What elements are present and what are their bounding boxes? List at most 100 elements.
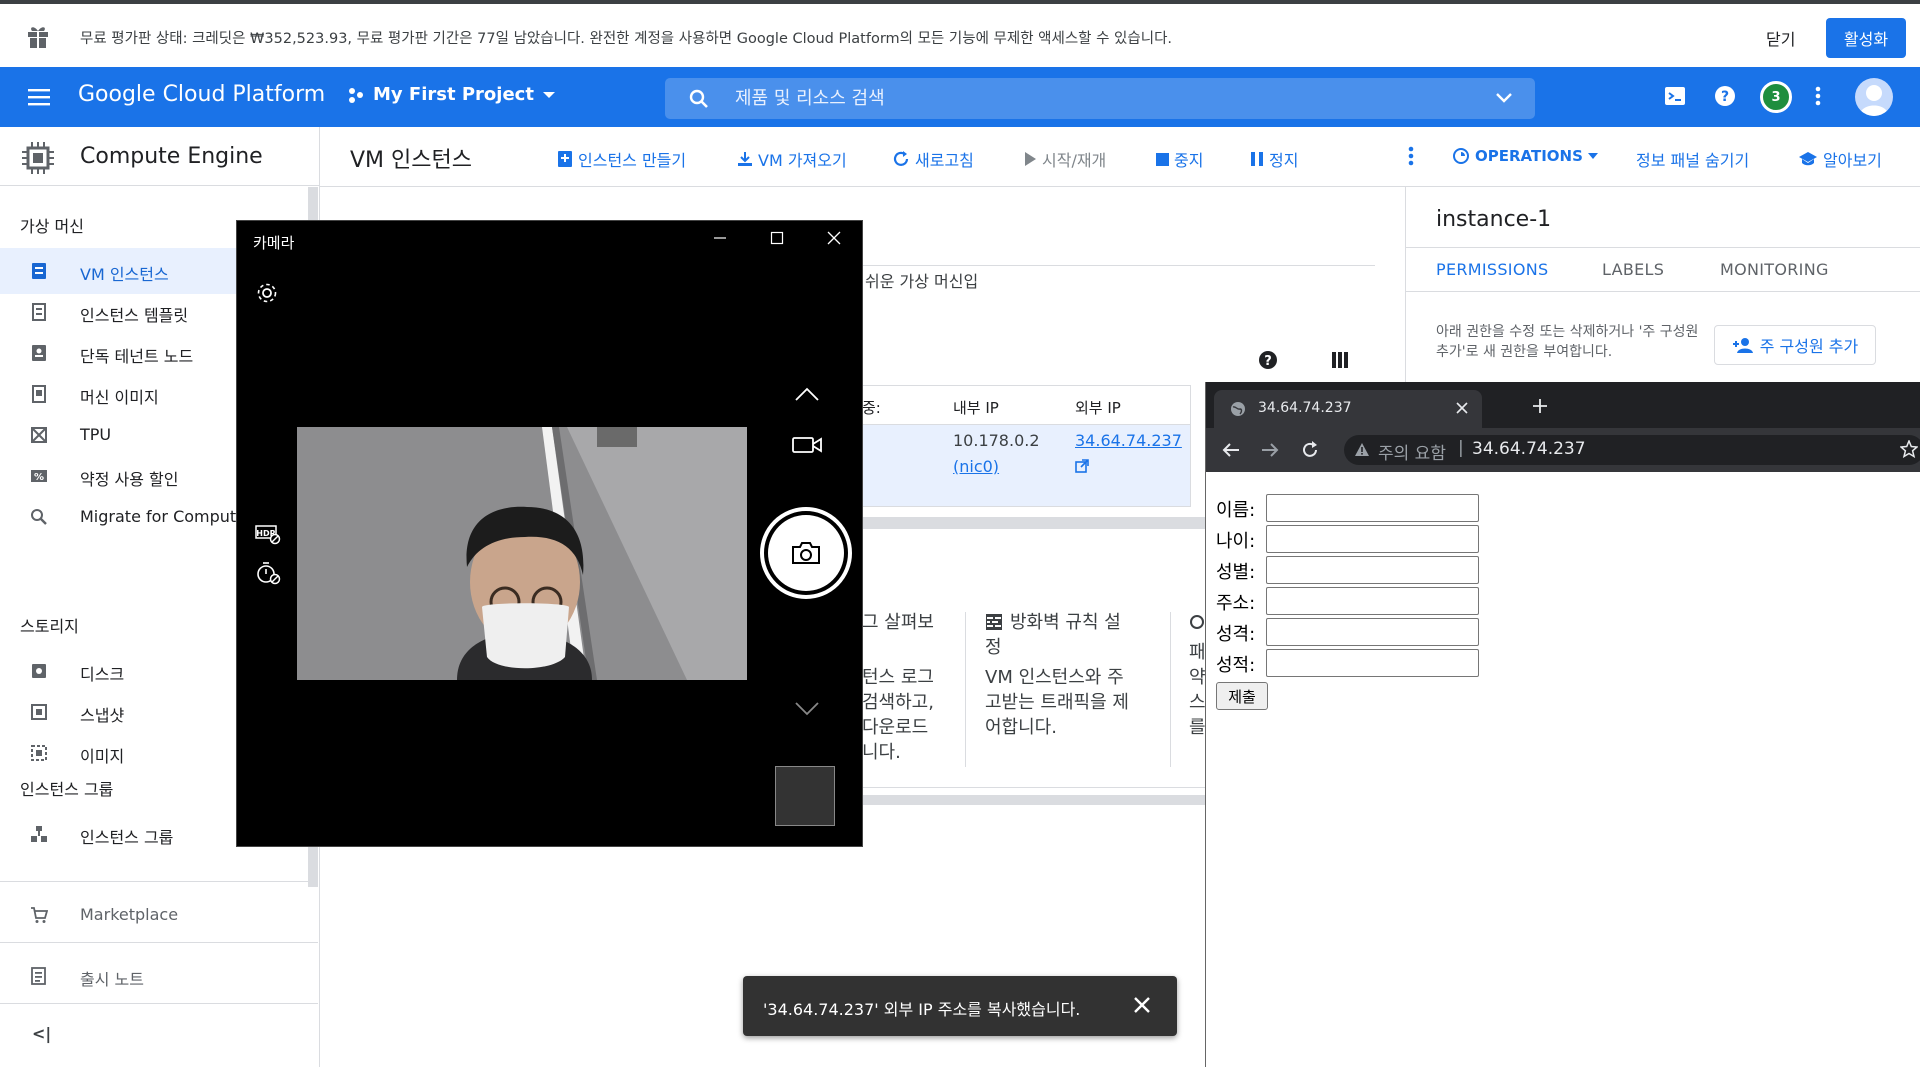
- back-arrow-icon[interactable]: [1222, 442, 1240, 458]
- sidebar-item-label: TPU: [80, 425, 112, 444]
- table-help-icon[interactable]: ?: [1258, 350, 1278, 370]
- sidebar-divider: [0, 881, 318, 882]
- reload-icon[interactable]: [1300, 440, 1320, 460]
- project-icon: [349, 87, 363, 103]
- close-snackbar-icon[interactable]: [1133, 996, 1151, 1014]
- tab-monitoring[interactable]: MONITORING: [1720, 260, 1829, 279]
- browser-tab[interactable]: 34.64.74.237: [1214, 390, 1482, 428]
- hide-info-panel-button[interactable]: 정보 패널 숨기기: [1636, 147, 1749, 171]
- learn-label: 알아보기: [1823, 151, 1882, 170]
- product-header: Compute Engine: [0, 127, 320, 186]
- age-label: 나이:: [1216, 531, 1256, 552]
- search-bar[interactable]: [665, 78, 1535, 119]
- name-field[interactable]: [1266, 494, 1479, 522]
- tab-permissions[interactable]: PERMISSIONS: [1436, 260, 1548, 279]
- warning-icon[interactable]: [1354, 442, 1370, 457]
- close-tab-icon[interactable]: [1456, 402, 1468, 414]
- sidebar-item-marketplace[interactable]: Marketplace: [0, 892, 318, 938]
- svg-text:?: ?: [1721, 89, 1729, 105]
- settings-gear-icon[interactable]: [255, 281, 279, 305]
- brand-title[interactable]: Google Cloud Platform: [78, 82, 325, 107]
- video-mode-icon[interactable]: [792, 435, 822, 455]
- template-icon: [32, 303, 46, 321]
- notifications-badge[interactable]: 3: [1760, 81, 1792, 113]
- stop-label: 중지: [1174, 151, 1204, 170]
- open-in-new-icon[interactable]: [1075, 459, 1089, 473]
- firewall-card-title[interactable]: 방화벽 규칙 설: [1010, 610, 1121, 635]
- logs-card-title[interactable]: 그 살펴보: [862, 610, 934, 635]
- gender-label: 성별:: [1216, 562, 1256, 583]
- column-header: 외부 IP: [1075, 399, 1121, 417]
- menu-icon[interactable]: [28, 87, 52, 107]
- pause-icon: [1251, 152, 1263, 166]
- forward-arrow-icon[interactable]: [1261, 442, 1279, 458]
- learn-button[interactable]: 알아보기: [1798, 147, 1882, 171]
- personality-field[interactable]: [1266, 618, 1479, 646]
- shutter-button[interactable]: [760, 507, 852, 599]
- close-trial-button[interactable]: 닫기: [1766, 26, 1795, 50]
- logs-card-line: 다운로드: [862, 717, 929, 738]
- operations-button[interactable]: OPERATIONS: [1452, 147, 1598, 165]
- address-bar[interactable]: 주의 요함 | 34.64.74.237: [1344, 435, 1920, 465]
- collapse-sidebar-button[interactable]: <|: [32, 1024, 51, 1043]
- suspend-button[interactable]: 정지: [1250, 147, 1298, 171]
- stop-button[interactable]: 중지: [1156, 147, 1203, 171]
- form-row-name: 이름:: [1216, 494, 1516, 522]
- submit-button[interactable]: 제출: [1216, 682, 1268, 710]
- chevron-up-icon[interactable]: [794, 386, 820, 402]
- security-warning-label: 주의 요함: [1378, 444, 1446, 464]
- form-row-grade: 성적:: [1216, 649, 1516, 677]
- node-icon: [32, 345, 46, 361]
- bookmark-star-icon[interactable]: [1900, 440, 1918, 458]
- create-instance-button[interactable]: 인스턴스 만들기: [557, 147, 686, 171]
- camera-preview: [297, 427, 747, 680]
- external-ip-link[interactable]: 34.64.74.237: [1075, 431, 1182, 450]
- close-icon[interactable]: [827, 231, 841, 245]
- firewall-card-line: 고받는 트래픽을 제: [985, 692, 1129, 713]
- gender-field[interactable]: [1266, 556, 1479, 584]
- import-vm-label: VM 가져오기: [758, 151, 847, 170]
- chevron-down-icon[interactable]: [794, 701, 820, 717]
- refresh-icon: [893, 151, 909, 166]
- more-vert-icon[interactable]: [1815, 85, 1821, 107]
- add-member-label: 주 구성원 추가: [1759, 337, 1859, 356]
- nic-link[interactable]: (nic0): [953, 457, 999, 476]
- age-field[interactable]: [1266, 525, 1479, 553]
- add-member-button[interactable]: 주 구성원 추가: [1714, 325, 1876, 365]
- help-icon[interactable]: ?: [1714, 85, 1736, 107]
- third-card-char: 패: [1189, 642, 1206, 663]
- activate-button[interactable]: 활성화: [1826, 18, 1906, 58]
- grade-field[interactable]: [1266, 649, 1479, 677]
- address-field[interactable]: [1266, 587, 1479, 615]
- form-row-age: 나이:: [1216, 525, 1516, 553]
- project-name: My First Project: [373, 84, 534, 105]
- sidebar-item-label: 이미지: [80, 747, 125, 766]
- refresh-button[interactable]: 새로고침: [892, 147, 974, 171]
- last-capture-thumbnail[interactable]: [775, 766, 835, 826]
- camera-title: 카메라: [253, 234, 295, 252]
- sidebar-item-release-notes[interactable]: 출시 노트: [0, 953, 318, 999]
- instance-name: instance-1: [1436, 207, 1552, 232]
- column-display-icon[interactable]: [1332, 352, 1348, 368]
- timer-icon[interactable]: [255, 561, 281, 585]
- info-panel: instance-1 PERMISSIONS LABELS MONITORING…: [1405, 187, 1920, 387]
- minimize-icon[interactable]: [713, 231, 727, 245]
- cloud-shell-icon[interactable]: [1664, 85, 1686, 107]
- group-icon: [31, 826, 47, 842]
- table-edge: [1190, 385, 1191, 507]
- project-selector[interactable]: My First Project: [347, 84, 556, 105]
- hdr-icon[interactable]: HDR: [255, 523, 281, 545]
- search-input[interactable]: [735, 78, 1435, 119]
- more-actions-icon[interactable]: [1408, 145, 1414, 167]
- import-vm-button[interactable]: VM 가져오기: [737, 147, 847, 171]
- browser-tab-title: 34.64.74.237: [1258, 400, 1352, 416]
- table-row[interactable]: 10.178.0.2 (nic0) 34.64.74.237: [860, 425, 1190, 507]
- start-resume-button[interactable]: 시작/재개: [1023, 147, 1106, 171]
- new-tab-icon[interactable]: [1532, 398, 1548, 414]
- maximize-icon[interactable]: [770, 231, 784, 245]
- avatar[interactable]: [1855, 78, 1893, 116]
- sidebar-item-label: VM 인스턴스: [80, 265, 169, 284]
- tab-labels[interactable]: LABELS: [1602, 260, 1664, 279]
- sidebar-item-label: 인스턴스 템플릿: [80, 306, 189, 325]
- search-expand-icon[interactable]: [1495, 92, 1513, 104]
